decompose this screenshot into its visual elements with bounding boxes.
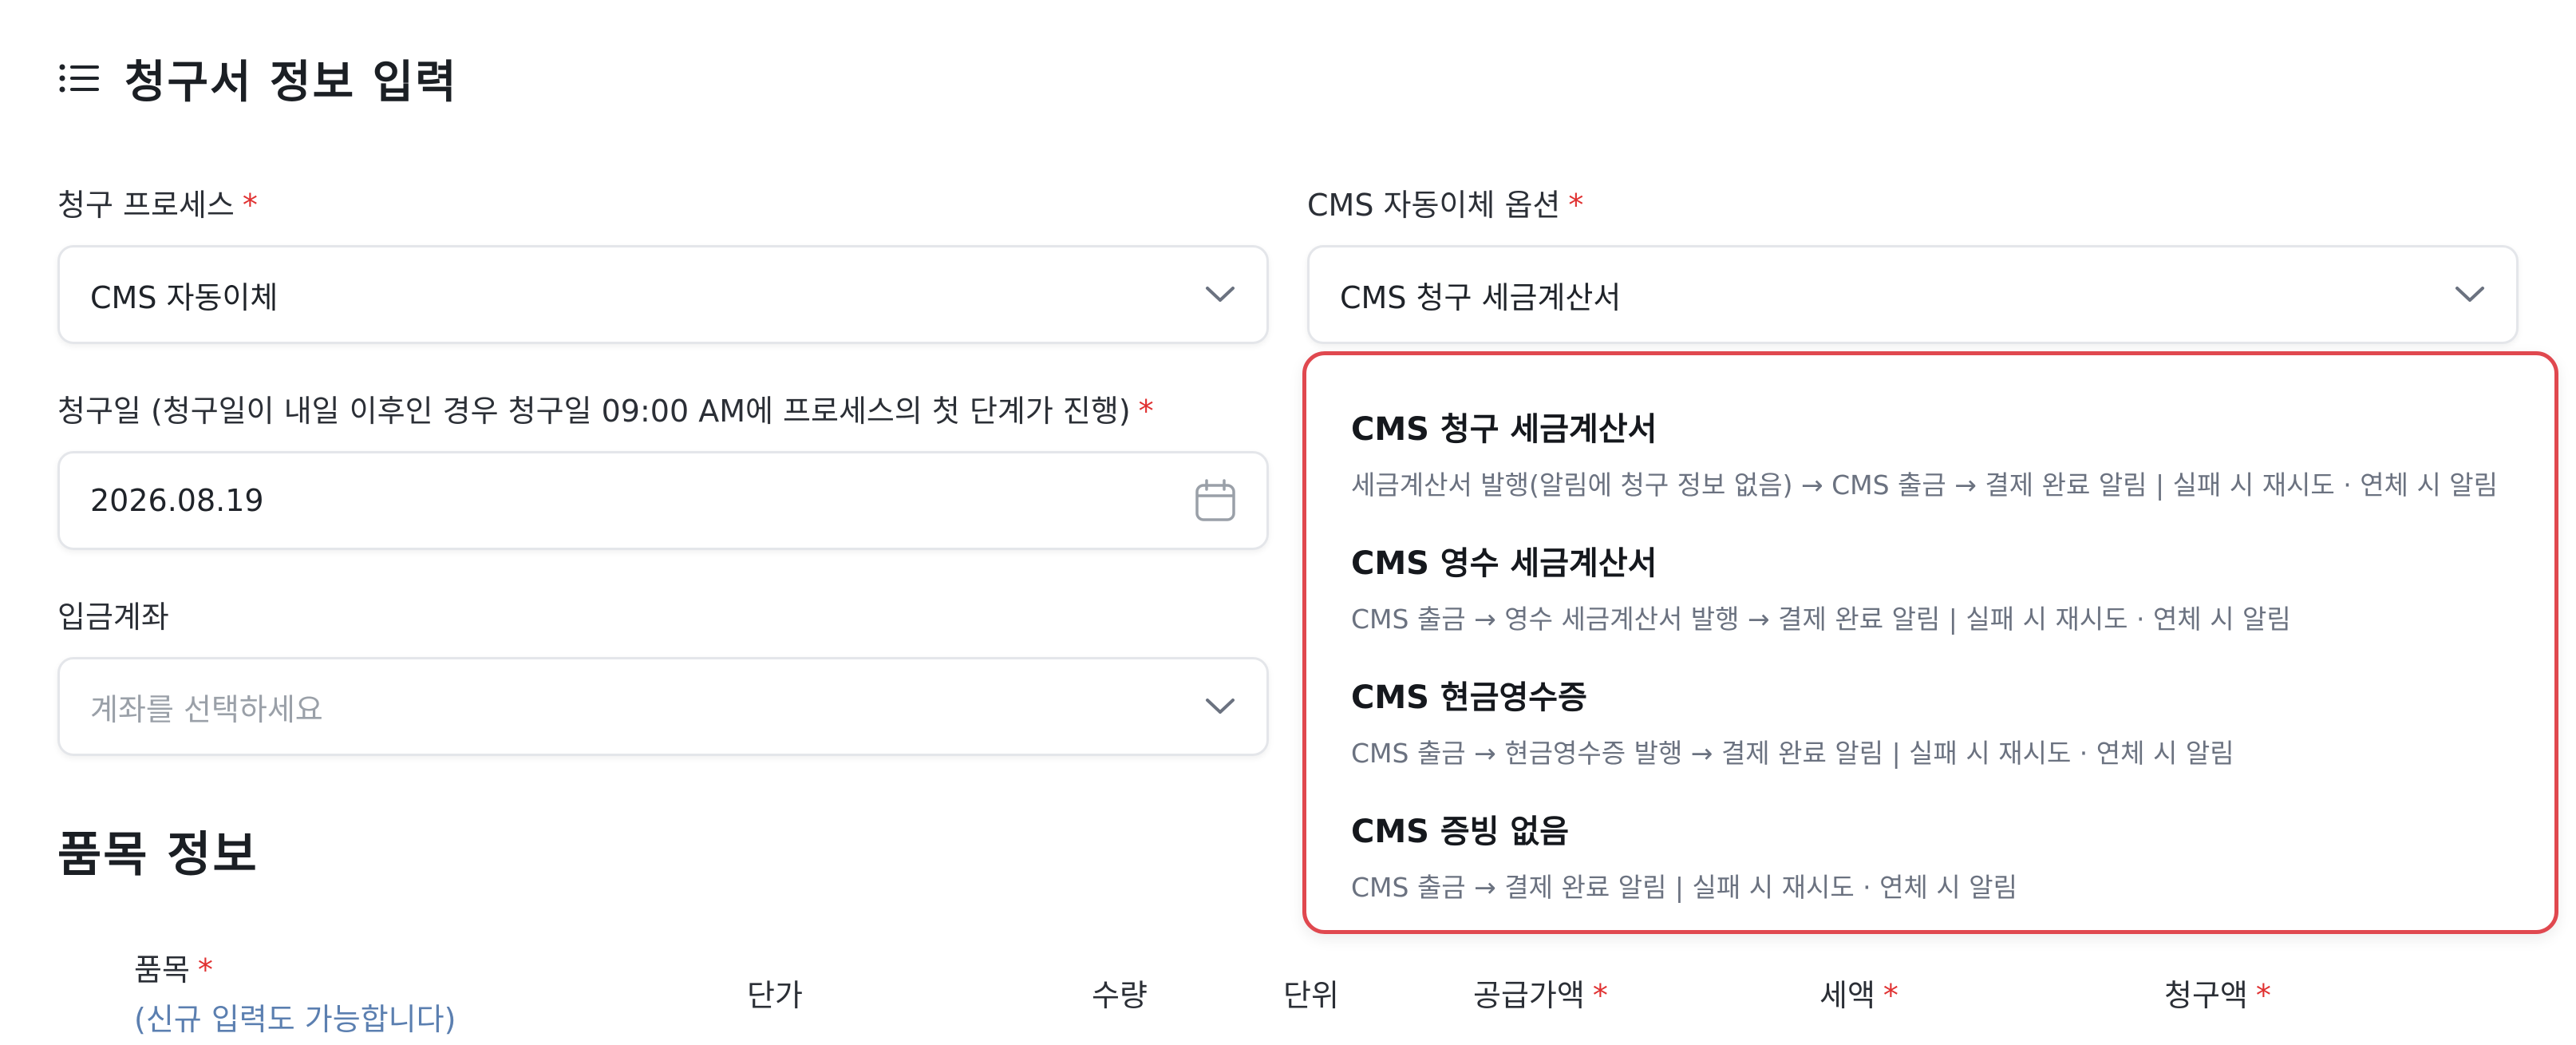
chevron-down-icon [2455, 287, 2484, 302]
list-icon [59, 64, 99, 93]
option-name: CMS 현금영수증 [1351, 679, 1587, 716]
option-description: 세금계산서 발행(알림에 청구 정보 없음) → CMS 출금 → 결제 완료 … [1351, 469, 2499, 501]
page-title: 청구서 정보 입력 [124, 56, 458, 109]
required-mark: * [2255, 978, 2271, 1013]
required-mark: * [242, 188, 258, 223]
dropdown-option-receipt-tax-invoice[interactable]: CMS 영수 세금계산서 CMS 출금 → 영수 세금계산서 발행 → 결제 완… [1351, 537, 2538, 636]
billing-process-label: 청구 프로세스 * [57, 180, 258, 224]
dropdown-option-cash-receipt[interactable]: CMS 현금영수증 CMS 출금 → 현금영수증 발행 → 결제 완료 알림 |… [1351, 671, 2538, 770]
option-description: CMS 출금 → 결제 완료 알림 | 실패 시 재시도 · 연체 시 알림 [1351, 872, 2017, 903]
column-header-item: 품목 * [134, 945, 213, 989]
column-header-unit-price: 단가 [747, 978, 803, 1013]
column-header-tax-text: 세액 [1819, 978, 1875, 1013]
cms-option-select[interactable]: CMS 청구 세금계산서 [1307, 245, 2519, 344]
column-header-billed-amount: 청구액 * [2164, 971, 2271, 1015]
required-mark: * [1592, 978, 1608, 1013]
billing-date-value: 2026.08.19 [90, 483, 264, 518]
deposit-account-placeholder: 계좌를 선택하세요 [90, 691, 323, 727]
column-header-unit: 단위 [1283, 978, 1339, 1013]
column-header-item-text: 품목 [134, 952, 190, 988]
column-header-supply-amount-text: 공급가액 [1473, 978, 1585, 1013]
billing-date-label-text: 청구일 (청구일이 내일 이후인 경우 청구일 09:00 AM에 프로세스의 … [57, 394, 1131, 429]
cms-option-value: CMS 청구 세금계산서 [1340, 279, 1622, 315]
billing-process-label-text: 청구 프로세스 [57, 188, 235, 223]
required-mark: * [1568, 188, 1584, 223]
required-mark: * [1138, 394, 1154, 429]
items-section-title: 품목 정보 [57, 827, 259, 883]
option-name: CMS 청구 세금계산서 [1351, 411, 1657, 448]
chevron-down-icon [1206, 287, 1235, 302]
page-header: 청구서 정보 입력 [59, 46, 458, 110]
cms-option-label: CMS 자동이체 옵션 * [1307, 180, 1583, 224]
column-header-quantity: 수량 [1092, 978, 1148, 1013]
option-description: CMS 출금 → 영수 세금계산서 발행 → 결제 완료 알림 | 실패 시 재… [1351, 604, 2291, 635]
required-mark: * [1883, 978, 1898, 1013]
column-header-supply-amount: 공급가액 * [1473, 971, 1608, 1015]
calendar-icon[interactable] [1195, 479, 1236, 522]
billing-date-input[interactable]: 2026.08.19 [57, 451, 1269, 550]
column-header-billed-amount-text: 청구액 [2164, 978, 2248, 1013]
option-description: CMS 출금 → 현금영수증 발행 → 결제 완료 알림 | 실패 시 재시도 … [1351, 738, 2234, 769]
billing-process-select[interactable]: CMS 자동이체 [57, 245, 1269, 344]
chevron-down-icon [1206, 699, 1235, 714]
column-header-item-hint: (신규 입력도 가능합니다) [134, 1002, 456, 1037]
dropdown-option-claim-tax-invoice[interactable]: CMS 청구 세금계산서 세금계산서 발행(알림에 청구 정보 없음) → CM… [1351, 403, 2538, 502]
column-header-tax: 세액 * [1819, 971, 1898, 1015]
required-mark: * [197, 952, 213, 988]
billing-process-value: CMS 자동이체 [90, 279, 279, 315]
cms-option-label-text: CMS 자동이체 옵션 [1307, 188, 1561, 223]
option-name: CMS 증빙 없음 [1351, 813, 1570, 850]
dropdown-option-no-evidence[interactable]: CMS 증빙 없음 CMS 출금 → 결제 완료 알림 | 실패 시 재시도 ·… [1351, 806, 2538, 904]
option-name: CMS 영수 세금계산서 [1351, 545, 1657, 582]
cms-option-dropdown: CMS 청구 세금계산서 세금계산서 발행(알림에 청구 정보 없음) → CM… [1302, 351, 2558, 934]
deposit-account-select[interactable]: 계좌를 선택하세요 [57, 657, 1269, 756]
billing-date-label: 청구일 (청구일이 내일 이후인 경우 청구일 09:00 AM에 프로세스의 … [57, 386, 1154, 430]
deposit-account-label: 입금계좌 [57, 600, 169, 635]
